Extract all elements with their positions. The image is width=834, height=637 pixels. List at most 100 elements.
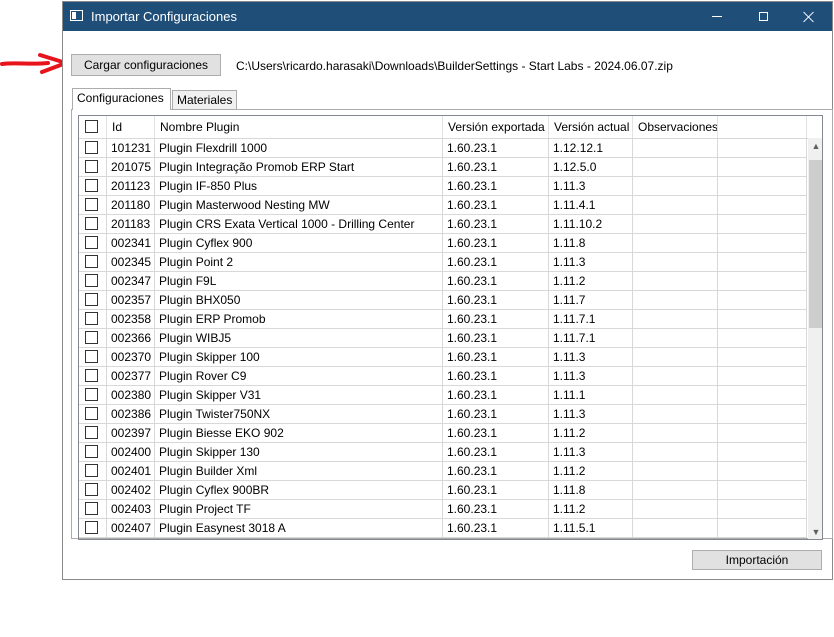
cell-plugin-name: Plugin Rover C9 [155, 367, 443, 385]
table-row[interactable]: 002347 Plugin F9L 1.60.23.1 1.11.2 [79, 272, 807, 291]
column-header-observations[interactable]: Observaciones [633, 116, 718, 138]
row-checkbox[interactable] [85, 312, 98, 325]
row-checkbox[interactable] [85, 179, 98, 192]
import-button[interactable]: Importación [692, 550, 822, 570]
maximize-button[interactable] [740, 2, 786, 31]
table-row[interactable]: 002370 Plugin Skipper 100 1.60.23.1 1.11.3 [79, 348, 807, 367]
scroll-down-icon[interactable]: ▼ [808, 524, 822, 539]
cell-plugin-name: Plugin Skipper V31 [155, 386, 443, 404]
row-select-cell [79, 405, 107, 423]
row-select-cell [79, 329, 107, 347]
row-checkbox[interactable] [85, 445, 98, 458]
row-checkbox[interactable] [85, 331, 98, 344]
table-row[interactable]: 002407 Plugin Easynest 3018 A 1.60.23.1 1.1… [79, 519, 807, 538]
minimize-icon [712, 16, 722, 17]
table-row[interactable]: 002377 Plugin Rover C9 1.60.23.1 1.11.3 [79, 367, 807, 386]
cell-observations [633, 272, 718, 290]
table-row[interactable]: 002401 Plugin Builder Xml 1.60.23.1 1.11.2 [79, 462, 807, 481]
row-select-cell [79, 196, 107, 214]
row-checkbox[interactable] [85, 464, 98, 477]
table-row[interactable]: 201075 Plugin Integração Promob ERP Start… [79, 158, 807, 177]
row-checkbox[interactable] [85, 483, 98, 496]
cell-observations [633, 310, 718, 328]
table-row[interactable]: 002402 Plugin Cyflex 900BR 1.60.23.1 1.11.8 [79, 481, 807, 500]
table-row[interactable]: 002358 Plugin ERP Promob 1.60.23.1 1.11.7.1 [79, 310, 807, 329]
cell-filler [718, 424, 807, 442]
table-row[interactable]: 201183 Plugin CRS Exata Vertical 1000 - D… [79, 215, 807, 234]
row-checkbox[interactable] [85, 274, 98, 287]
cell-plugin-name: Plugin Twister750NX [155, 405, 443, 423]
table-row[interactable]: 201123 Plugin IF-850 Plus 1.60.23.1 1.11.3 [79, 177, 807, 196]
cell-exported-version: 1.60.23.1 [443, 291, 549, 309]
cell-exported-version: 1.60.23.1 [443, 367, 549, 385]
row-checkbox[interactable] [85, 350, 98, 363]
cell-id: 002366 [107, 329, 155, 347]
cell-exported-version: 1.60.23.1 [443, 462, 549, 480]
table-row[interactable]: 002380 Plugin Skipper V31 1.60.23.1 1.11.1 [79, 386, 807, 405]
cell-current-version: 1.11.3 [549, 405, 633, 423]
cell-current-version: 1.11.4.1 [549, 196, 633, 214]
row-checkbox[interactable] [85, 255, 98, 268]
row-checkbox[interactable] [85, 198, 98, 211]
cell-observations [633, 177, 718, 195]
table-row[interactable]: 002400 Plugin Skipper 130 1.60.23.1 1.11.3 [79, 443, 807, 462]
table-row[interactable]: 002366 Plugin WIBJ5 1.60.23.1 1.11.7.1 [79, 329, 807, 348]
cell-exported-version: 1.60.23.1 [443, 424, 549, 442]
row-checkbox[interactable] [85, 388, 98, 401]
cell-observations [633, 196, 718, 214]
row-select-cell [79, 424, 107, 442]
table-row[interactable]: 002397 Plugin Biesse EKO 902 1.60.23.1 1.11… [79, 424, 807, 443]
cell-exported-version: 1.60.23.1 [443, 310, 549, 328]
cell-observations [633, 481, 718, 499]
tab-materiales[interactable]: Materiales [172, 90, 237, 110]
tab-configuraciones[interactable]: Configuraciones [72, 88, 171, 110]
cell-current-version: 1.11.2 [549, 424, 633, 442]
column-header-exported-version[interactable]: Versión exportada [443, 116, 549, 138]
column-header-current-version[interactable]: Versión actual [549, 116, 633, 138]
row-checkbox[interactable] [85, 502, 98, 515]
close-button[interactable] [786, 2, 832, 31]
table-row[interactable]: 002403 Plugin Project TF 1.60.23.1 1.11.2 [79, 500, 807, 519]
table-row[interactable]: 101231 Plugin Flexdrill 1000 1.60.23.1 1.12… [79, 139, 807, 158]
row-checkbox[interactable] [85, 426, 98, 439]
table-row[interactable]: 002341 Plugin Cyflex 900 1.60.23.1 1.11.8 [79, 234, 807, 253]
row-select-cell [79, 177, 107, 195]
cell-id: 002380 [107, 386, 155, 404]
minimize-button[interactable] [694, 2, 740, 31]
cell-exported-version: 1.60.23.1 [443, 386, 549, 404]
cell-exported-version: 1.60.23.1 [443, 500, 549, 518]
select-all-checkbox[interactable] [85, 120, 98, 133]
cell-id: 002377 [107, 367, 155, 385]
tab-panel: Id Nombre Plugin Versión exportada Versi… [71, 109, 833, 540]
cell-filler [718, 348, 807, 366]
row-select-cell [79, 443, 107, 461]
table-row[interactable]: 002386 Plugin Twister750NX 1.60.23.1 1.11.3 [79, 405, 807, 424]
row-checkbox[interactable] [85, 217, 98, 230]
row-checkbox[interactable] [85, 236, 98, 249]
cell-id: 201180 [107, 196, 155, 214]
scroll-thumb[interactable] [809, 160, 822, 328]
row-checkbox[interactable] [85, 160, 98, 173]
table-row[interactable]: 002345 Plugin Point 2 1.60.23.1 1.11.3 [79, 253, 807, 272]
row-checkbox[interactable] [85, 521, 98, 534]
title-bar: Importar Configuraciones [63, 2, 832, 31]
cell-exported-version: 1.60.23.1 [443, 519, 549, 537]
row-checkbox[interactable] [85, 369, 98, 382]
column-header-plugin-name[interactable]: Nombre Plugin [155, 116, 443, 138]
cell-id: 002407 [107, 519, 155, 537]
row-checkbox[interactable] [85, 141, 98, 154]
table-row[interactable]: 002357 Plugin BHX050 1.60.23.1 1.11.7 [79, 291, 807, 310]
cell-plugin-name: Plugin Skipper 130 [155, 443, 443, 461]
row-checkbox[interactable] [85, 407, 98, 420]
cell-current-version: 1.11.1 [549, 386, 633, 404]
row-select-cell [79, 139, 107, 157]
vertical-scrollbar[interactable]: ▲ ▼ [808, 138, 822, 539]
column-header-id[interactable]: Id [107, 116, 155, 138]
load-configurations-button[interactable]: Cargar configuraciones [71, 54, 221, 76]
cell-filler [718, 329, 807, 347]
table-row[interactable]: 201180 Plugin Masterwood Nesting MW 1.60.2… [79, 196, 807, 215]
row-select-cell [79, 481, 107, 499]
scroll-up-icon[interactable]: ▲ [808, 138, 822, 154]
row-checkbox[interactable] [85, 293, 98, 306]
cell-current-version: 1.11.5.1 [549, 519, 633, 537]
